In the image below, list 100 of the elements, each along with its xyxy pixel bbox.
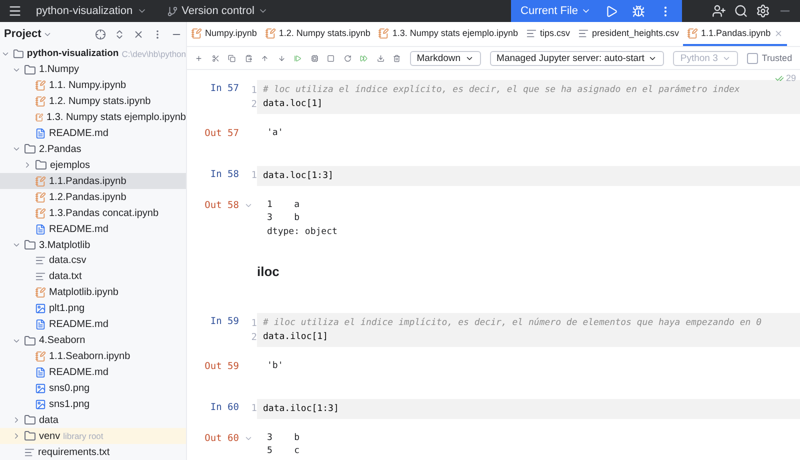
editor-tab[interactable]: 1.1.Pandas.ipynb xyxy=(683,22,787,46)
code-line: # iloc utiliza el índice implícito, es decir, el número de elementos que haya empezando en 0 xyxy=(263,318,762,328)
close-icon xyxy=(774,28,783,38)
paste-icon xyxy=(244,52,252,64)
tree-item[interactable]: 1.1.Pandas.ipynb xyxy=(0,173,186,190)
server-dropdown[interactable]: Managed Jupyter server: auto-start xyxy=(490,50,664,66)
run-icon xyxy=(605,4,618,18)
tree-item[interactable]: plt1.png xyxy=(0,300,186,317)
tree-item[interactable]: sns1.png xyxy=(0,396,186,412)
chevron-right-icon xyxy=(23,160,32,170)
tree-item[interactable]: 1.1. Numpy.ipynb xyxy=(0,78,186,94)
markdown-heading: iloc xyxy=(257,264,280,279)
trusted-checkbox[interactable] xyxy=(746,52,758,64)
line-number: 1 xyxy=(250,318,258,328)
tree-item[interactable]: 1.2.Pandas.ipynb xyxy=(0,189,186,206)
output-line: 1 a xyxy=(267,200,301,212)
run-all-icon xyxy=(360,52,368,64)
text-file-icon xyxy=(578,28,589,38)
tree-item[interactable]: data xyxy=(0,412,186,428)
editor-tab[interactable]: tips.csv xyxy=(522,22,574,46)
markdown-file-icon xyxy=(35,319,46,330)
cell-prompt: In 59 xyxy=(209,315,239,327)
markdown-file-icon xyxy=(35,224,46,235)
code-line: data.iloc[1:3] xyxy=(263,404,339,414)
notebook-icon xyxy=(378,28,390,38)
editor-tab[interactable]: president_heights.csv xyxy=(574,22,684,46)
notebook-icon xyxy=(35,192,46,203)
tree-item[interactable]: 3.Matplotlib xyxy=(0,237,186,253)
folder-icon xyxy=(24,143,36,156)
text-file-icon xyxy=(35,255,46,266)
tree-item[interactable]: 1.3. Numpy stats ejemplo.ipynb xyxy=(0,110,186,126)
project-panel-title[interactable]: Project xyxy=(4,28,52,40)
code-line: data.iloc[1] xyxy=(263,332,328,342)
tree-item[interactable]: venv library root xyxy=(0,428,186,444)
notebook-icon xyxy=(35,96,46,108)
restart-icon xyxy=(344,52,352,64)
tree-item[interactable]: README.md xyxy=(0,221,186,238)
image-file-icon xyxy=(35,303,46,314)
tree-item[interactable]: 1.2. Numpy stats.ipynb xyxy=(0,94,186,110)
output-line: 5 c xyxy=(267,446,300,458)
tree-item[interactable]: 4.Seaborn xyxy=(0,332,186,349)
tree-item[interactable]: Matplotlib.ipynb xyxy=(0,284,186,301)
delete-icon xyxy=(393,52,401,64)
tree-item[interactable]: ejemplos xyxy=(0,157,186,174)
cell-prompt: In 58 xyxy=(209,168,239,180)
output-prompt: Out 59 xyxy=(204,360,239,372)
cell-type-dropdown[interactable]: Markdown xyxy=(410,50,481,66)
menu-icon xyxy=(8,4,22,18)
image-file-icon xyxy=(35,382,46,394)
image-file-icon xyxy=(35,398,46,410)
tree-item[interactable]: requirements.txt xyxy=(0,444,186,460)
tree-item[interactable]: data.csv xyxy=(0,252,186,269)
tree-item[interactable]: 1.Numpy xyxy=(0,62,186,78)
folder-icon xyxy=(13,48,24,60)
search-icon xyxy=(734,4,748,18)
cut-icon xyxy=(212,52,220,64)
tree-item[interactable]: sns0.png xyxy=(0,380,186,396)
folder-icon xyxy=(24,239,36,252)
close-icon xyxy=(133,28,144,40)
line-number: 1 xyxy=(250,403,258,414)
trusted-label: Trusted xyxy=(762,53,792,63)
project-dropdown[interactable]: python-visualization xyxy=(30,5,153,17)
locate-icon xyxy=(95,28,106,40)
text-file-icon xyxy=(35,271,46,282)
folder-icon xyxy=(24,430,36,442)
run-cell-icon xyxy=(294,52,302,64)
folder-icon xyxy=(24,414,36,426)
stop-icon xyxy=(327,52,335,64)
tree-item[interactable]: 2.Pandas xyxy=(0,142,186,158)
tree-item[interactable]: README.md xyxy=(0,126,186,142)
output-line: 3 b xyxy=(267,432,300,444)
notebook-icon xyxy=(35,350,46,362)
editor-tab[interactable]: 1.3. Numpy stats ejemplo.ipynb xyxy=(374,22,522,46)
branch-icon xyxy=(166,6,178,16)
text-file-icon xyxy=(526,28,537,38)
tree-item[interactable]: README.md xyxy=(0,364,186,380)
vcs-dropdown[interactable]: Version control xyxy=(160,5,274,17)
output-prompt: Out 60 xyxy=(204,432,239,444)
notebook-icon xyxy=(35,287,46,298)
tree-item[interactable]: 1.3.Pandas concat.ipynb xyxy=(0,205,186,222)
folder-icon xyxy=(24,64,36,76)
tree-item[interactable]: README.md xyxy=(0,316,186,333)
tree-item[interactable]: python-visualization C:\dev\hb\python xyxy=(0,46,186,62)
notebook-icon xyxy=(35,208,46,219)
code-line: data.loc[1] xyxy=(263,99,323,109)
editor-tab[interactable]: 1.2. Numpy stats.ipynb xyxy=(260,22,374,46)
notebook-icon xyxy=(35,176,46,187)
notebook-icon xyxy=(35,80,46,92)
expand-icon xyxy=(114,28,125,40)
copy-icon xyxy=(228,52,236,64)
editor-tab[interactable]: Numpy.ipynb xyxy=(187,22,261,46)
tree-item[interactable]: data.txt xyxy=(0,268,186,285)
tree-item[interactable]: 1.1.Seaborn.ipynb xyxy=(0,348,186,364)
output-prompt: Out 58 xyxy=(204,198,239,210)
code-line: data.loc[1:3] xyxy=(263,170,334,180)
chevron-right-icon xyxy=(12,431,21,442)
add-user-icon xyxy=(712,4,726,18)
cell-prompt: In 60 xyxy=(209,400,239,412)
line-number: 1 xyxy=(250,170,258,181)
output-line: dtype: object xyxy=(267,226,338,238)
